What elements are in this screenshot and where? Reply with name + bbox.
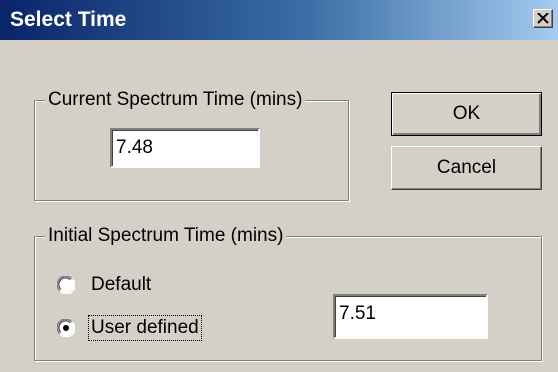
ok-button[interactable]: OK xyxy=(391,92,542,136)
user-defined-time-field[interactable]: 7.51 xyxy=(333,294,488,339)
close-button[interactable] xyxy=(533,9,553,28)
user-defined-radio[interactable] xyxy=(57,319,75,337)
cancel-button-label: Cancel xyxy=(436,157,497,178)
default-radio-label[interactable]: Default xyxy=(91,273,151,297)
current-spectrum-time-field[interactable]: 7.48 xyxy=(110,128,260,168)
user-defined-radio-label[interactable]: User defined xyxy=(88,315,202,341)
default-radio[interactable] xyxy=(57,276,75,294)
title-bar[interactable]: Select Time xyxy=(0,0,558,40)
initial-spectrum-legend: Initial Spectrum Time (mins) xyxy=(45,224,287,248)
current-spectrum-group: Current Spectrum Time (mins) 7.48 xyxy=(34,88,349,201)
dialog-title: Select Time xyxy=(10,8,127,31)
initial-spectrum-group: Initial Spectrum Time (mins) Default Use… xyxy=(34,224,542,361)
current-spectrum-legend: Current Spectrum Time (mins) xyxy=(45,88,306,112)
ok-button-label: OK xyxy=(452,103,481,124)
cancel-button[interactable]: Cancel xyxy=(391,146,542,190)
select-time-dialog: Select Time Current Spectrum Time (mins)… xyxy=(0,0,558,372)
close-icon xyxy=(537,13,549,24)
